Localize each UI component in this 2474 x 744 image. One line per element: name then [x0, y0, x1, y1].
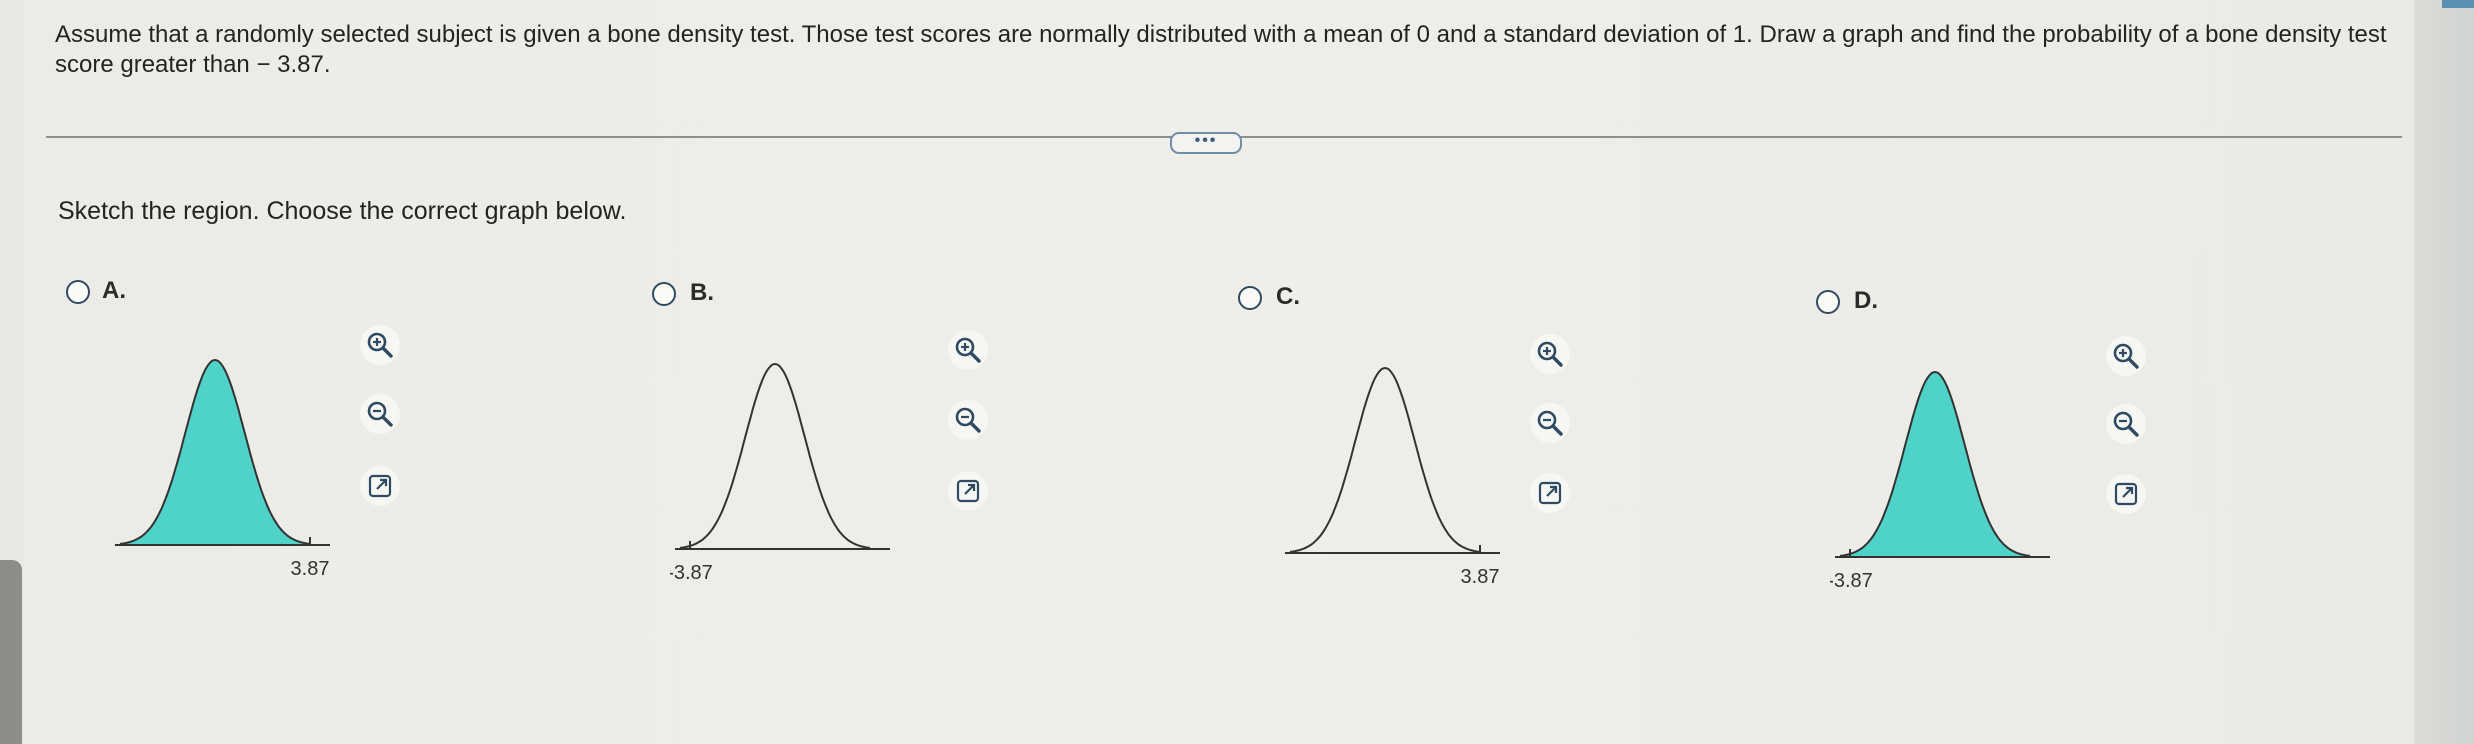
open-external-button-b[interactable] — [948, 471, 988, 511]
zoom-in-button-c[interactable] — [1530, 334, 1570, 374]
scrollbar[interactable] — [0, 560, 22, 744]
open-external-button-a[interactable] — [360, 466, 400, 506]
option-label-d: D. — [1854, 287, 1878, 314]
zoom-out-button-b[interactable] — [948, 400, 988, 440]
option-label-c: C. — [1276, 283, 1300, 310]
tick-label: 3.87 — [291, 558, 330, 580]
open-external-icon — [2111, 479, 2141, 509]
zoom-in-icon — [953, 335, 983, 365]
graph-b: -3.87 — [670, 362, 890, 584]
graph-a: 3.87 — [115, 358, 330, 580]
radio-button-c[interactable] — [1238, 286, 1262, 310]
option-label-b: B. — [690, 279, 714, 306]
zoom-out-icon — [2111, 409, 2141, 439]
open-external-button-c[interactable] — [1530, 473, 1570, 513]
zoom-in-icon — [2111, 341, 2141, 371]
open-external-icon — [1535, 478, 1565, 508]
radio-button-d[interactable] — [1816, 290, 1840, 314]
zoom-out-icon — [365, 399, 395, 429]
graph-c: 3.87 — [1285, 366, 1500, 588]
tick-label: 3.87 — [1461, 566, 1500, 588]
question-text: Assume that a randomly selected subject … — [55, 21, 2387, 78]
zoom-out-icon — [1535, 408, 1565, 438]
zoom-out-button-a[interactable] — [360, 394, 400, 434]
radio-button-b[interactable] — [652, 282, 676, 306]
graph-d: -3.87 — [1830, 370, 2050, 592]
shaded-region — [1840, 372, 2030, 557]
radio-button-a[interactable] — [66, 280, 90, 304]
zoom-out-button-c[interactable] — [1530, 403, 1570, 443]
tick-label: -3.87 — [1830, 570, 1873, 592]
zoom-in-button-a[interactable] — [360, 325, 400, 365]
open-external-icon — [365, 471, 395, 501]
normal-curve — [679, 362, 871, 549]
zoom-in-button-d[interactable] — [2106, 336, 2146, 376]
zoom-in-icon — [1535, 339, 1565, 369]
zoom-out-button-d[interactable] — [2106, 404, 2146, 444]
more-button[interactable]: ••• — [1170, 132, 1242, 154]
normal-curve — [1289, 366, 1481, 553]
shaded-region — [120, 360, 310, 545]
option-label-a: A. — [102, 277, 126, 304]
zoom-in-icon — [365, 330, 395, 360]
window-edge — [2414, 0, 2474, 744]
zoom-in-button-b[interactable] — [948, 330, 988, 370]
open-external-button-d[interactable] — [2106, 474, 2146, 514]
zoom-out-icon — [953, 405, 983, 435]
open-external-icon — [953, 476, 983, 506]
tick-label: -3.87 — [670, 562, 713, 584]
edge-strip — [2442, 0, 2474, 8]
instruction-text: Sketch the region. Choose the correct gr… — [58, 197, 627, 225]
